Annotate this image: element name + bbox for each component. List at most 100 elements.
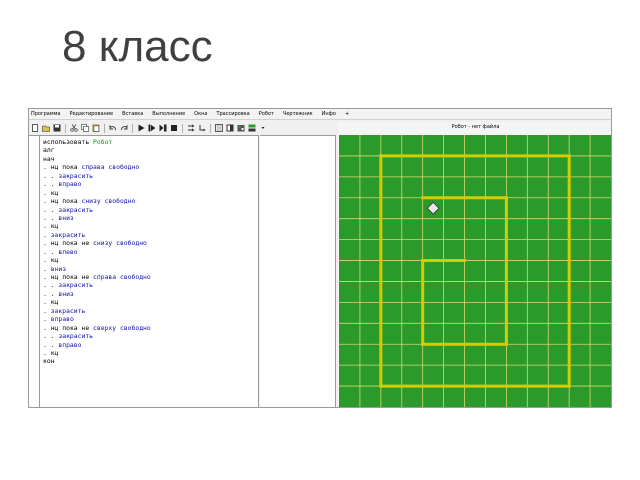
toolbar-separator <box>182 123 183 133</box>
code-keyword: кц <box>50 222 59 231</box>
menu-item[interactable]: Выполнение <box>152 111 185 117</box>
code-line[interactable]: . нц пока снизу свободно <box>43 197 257 205</box>
stop-icon[interactable] <box>170 124 178 132</box>
code-command: справа свободно <box>81 163 140 172</box>
code-line[interactable]: . вниз <box>43 265 257 273</box>
code-line[interactable]: . кц <box>43 298 257 306</box>
code-line[interactable]: . . закрасить <box>43 172 257 180</box>
code-line[interactable]: . нц пока не сверху свободно <box>43 324 257 332</box>
code-indent: . . <box>43 180 59 189</box>
code-line[interactable]: . нц пока не справа свободно <box>43 273 257 281</box>
step-into-icon[interactable] <box>198 124 206 132</box>
code-line[interactable]: . нц пока не снизу свободно <box>43 239 257 247</box>
code-indent: . <box>43 163 51 172</box>
code-indent: . <box>43 256 51 265</box>
code-indent: . <box>43 230 51 239</box>
step-over-icon[interactable] <box>187 124 195 132</box>
code-keyword: кц <box>50 348 59 357</box>
menu-item[interactable]: + <box>345 111 349 117</box>
code-editor[interactable]: использовать Робот алг нач. нц пока справа… <box>29 135 259 407</box>
code-command: снизу свободно <box>93 239 147 248</box>
code-line[interactable]: алг <box>43 146 257 154</box>
menu-item[interactable]: Робот <box>259 111 274 117</box>
code-indent: . . <box>43 171 59 180</box>
code-line[interactable]: . нц пока справа свободно <box>43 163 257 171</box>
code-line[interactable]: . кц <box>43 256 257 264</box>
robot-field[interactable] <box>339 135 611 407</box>
code-line[interactable]: . кц <box>43 189 257 197</box>
code-line[interactable]: . кц <box>43 222 257 230</box>
code-line[interactable]: . . закрасить <box>43 332 257 340</box>
code-line[interactable]: . закрасить <box>43 307 257 315</box>
layout-single-icon[interactable] <box>215 124 223 132</box>
code-command: Робот <box>93 138 113 146</box>
more-icon[interactable] <box>259 124 267 132</box>
menu-item[interactable]: Инфо <box>322 111 336 117</box>
code-indent: . <box>43 188 51 197</box>
code-indent: . <box>43 273 51 281</box>
code-line[interactable]: . закрасить <box>43 231 257 239</box>
layout-split-icon[interactable] <box>226 124 234 132</box>
editor-gutter <box>29 136 40 407</box>
robot-window-title: Робот - нет файла <box>451 124 500 130</box>
toolbar <box>29 122 333 134</box>
cut-icon[interactable] <box>70 124 78 132</box>
code-line[interactable]: . . вправо <box>43 180 257 188</box>
code-keyword: кц <box>50 298 59 307</box>
code-line[interactable]: кон <box>43 357 257 365</box>
code-command: вправо <box>50 315 74 324</box>
code-command: закрасить <box>58 171 94 180</box>
code-line[interactable]: нач <box>43 155 257 163</box>
program-code[interactable]: использовать Робот алг нач. нц пока справа… <box>43 138 257 366</box>
code-indent: . <box>43 222 51 231</box>
code-keyword: кон <box>43 357 55 366</box>
code-line[interactable]: . . вниз <box>43 214 257 222</box>
code-line[interactable]: . кц <box>43 349 257 357</box>
menu-bar: Программа Редактирование Вставка Выполнение… <box>29 109 611 120</box>
code-line[interactable]: . вправо <box>43 315 257 323</box>
code-keyword: нц пока не <box>50 323 94 332</box>
code-keyword: использовать <box>43 138 94 146</box>
code-line[interactable]: . . закрасить <box>43 281 257 289</box>
menu-item[interactable]: Редактирование <box>69 111 113 117</box>
menu-item[interactable]: Окна <box>194 111 207 117</box>
code-line[interactable]: . . влево <box>43 248 257 256</box>
run-icon[interactable] <box>137 124 145 132</box>
toolbar-separator <box>210 123 211 133</box>
code-indent: . . <box>43 281 59 290</box>
run-step-icon[interactable] <box>148 124 156 132</box>
editor-margin-panel <box>260 135 336 407</box>
menu-item[interactable]: Чертежник <box>283 111 313 117</box>
code-command: снизу свободно <box>81 197 136 206</box>
code-line[interactable]: . . вправо <box>43 341 257 349</box>
code-indent: . <box>43 323 51 332</box>
menu-item[interactable]: Программа <box>31 111 60 117</box>
slide-title: 8 класс <box>62 22 213 71</box>
new-file-icon[interactable] <box>31 124 39 132</box>
code-line[interactable]: . . закрасить <box>43 206 257 214</box>
code-indent: . . <box>43 289 59 298</box>
copy-icon[interactable] <box>81 124 89 132</box>
kumir-window: Программа Редактирование Вставка Выполнение… <box>28 108 612 408</box>
code-command: вправо <box>58 340 82 349</box>
code-line[interactable]: использовать Робот <box>43 138 257 146</box>
paste-icon[interactable] <box>92 124 100 132</box>
code-indent: . . <box>43 340 59 349</box>
save-icon[interactable] <box>53 124 61 132</box>
code-keyword: алг <box>43 146 55 155</box>
code-command: сверху свободно <box>93 323 151 332</box>
code-keyword: нц пока не <box>50 273 94 281</box>
code-line[interactable]: . . вниз <box>43 290 257 298</box>
robot-icon[interactable] <box>237 124 245 132</box>
redo-icon[interactable] <box>120 124 128 132</box>
menu-item[interactable]: Вставка <box>122 111 143 117</box>
code-command: справа свободно <box>93 273 151 281</box>
open-file-icon[interactable] <box>42 124 50 132</box>
menu-item[interactable]: Трассировка <box>216 111 249 117</box>
code-keyword: нц пока не <box>50 239 94 248</box>
toolbar-separator <box>104 123 105 133</box>
undo-icon[interactable] <box>109 124 117 132</box>
code-keyword: кц <box>50 256 59 265</box>
pause-icon[interactable] <box>159 124 167 132</box>
drawer-icon[interactable] <box>248 124 256 132</box>
